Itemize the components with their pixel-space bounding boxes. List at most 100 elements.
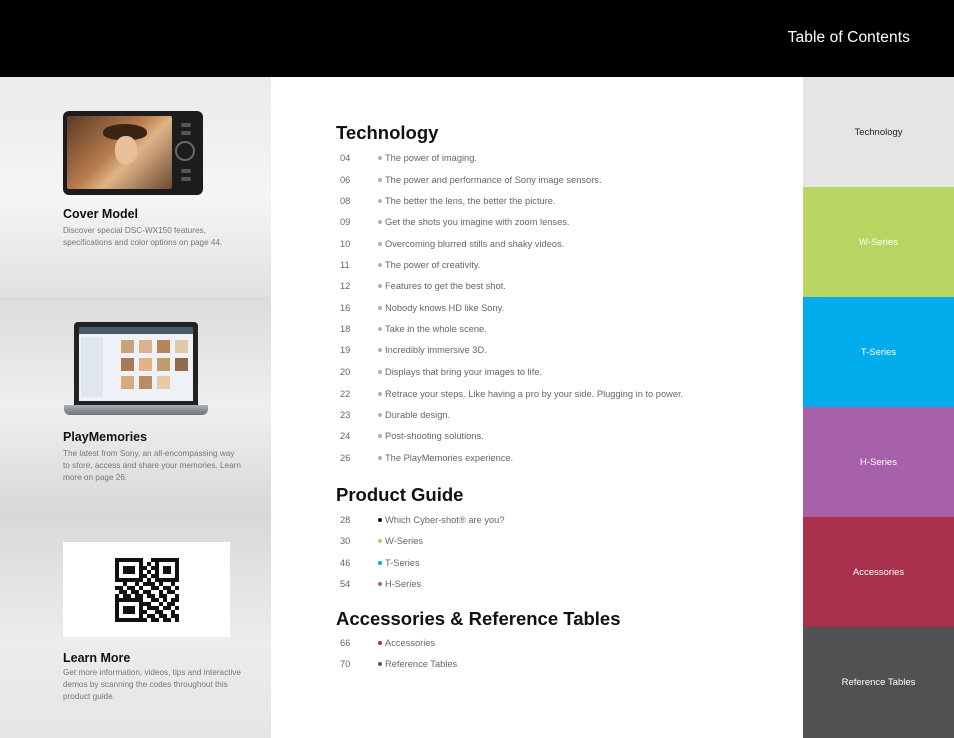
cover-model-desc: Discover special DSC-WX150 features, spe… (63, 226, 223, 247)
bullet-icon (378, 582, 382, 586)
page-number: 54 (340, 579, 351, 589)
entry-text: Take in the whole scene. (385, 324, 487, 334)
entry-text: The better the lens, the better the pict… (385, 196, 556, 206)
page-number: 12 (340, 281, 351, 291)
toc-entry[interactable]: 08 The better the lens, the better the pi… (336, 196, 776, 210)
page-number: 70 (340, 659, 351, 669)
entry-text: Incredibly immersive 3D. (385, 345, 487, 355)
bullet-icon (378, 348, 382, 352)
page-number: 11 (340, 260, 350, 270)
entry-text: Post-shooting solutions. (385, 431, 484, 441)
toc-entry[interactable]: 09 Get the shots you imagine with zoom le… (336, 217, 776, 231)
page-number: 16 (340, 303, 351, 313)
entry-text: Which Cyber-shot® are you? (385, 515, 505, 525)
tab-h-series[interactable]: H-Series (803, 407, 954, 517)
toc-entry[interactable]: 46 T-Series (336, 558, 776, 572)
toc-entry[interactable]: 19 Incredibly immersive 3D. (336, 345, 776, 359)
toc-entry[interactable]: 10 Overcoming blurred stills and shaky vi… (336, 239, 776, 253)
learn-more-panel: Learn More Get more information, videos,… (0, 518, 271, 738)
bullet-icon (378, 434, 382, 438)
toc-entry[interactable]: 30 W-Series (336, 536, 776, 550)
page-number: 66 (340, 638, 351, 648)
qr-code-icon (115, 558, 179, 622)
cover-model-panel: Cover Model Discover special DSC-WX150 f… (0, 77, 271, 297)
playmemories-desc: The latest from Sony, an all-encompassin… (63, 449, 241, 482)
cover-model-title: Cover Model (63, 207, 139, 221)
tab-accessories[interactable]: Accessories (803, 517, 954, 627)
entry-text: H-Series (385, 579, 422, 589)
toc-entry[interactable]: 16 Nobody knows HD like Sony. (336, 303, 776, 317)
entry-text: Reference Tables (385, 659, 458, 669)
toc-entry[interactable]: 04 The power of imaging. (336, 153, 776, 167)
tab-w-series[interactable]: W-Series (803, 187, 954, 297)
bullet-icon (378, 156, 382, 160)
section-title: Product Guide (336, 484, 464, 505)
toc-entry[interactable]: 70 Reference Tables (336, 659, 776, 673)
page-number: 19 (340, 345, 351, 355)
page-number: 09 (340, 217, 351, 227)
header-bar: Table of Contents (0, 0, 954, 77)
toc-entry[interactable]: 66 Accessories (336, 638, 776, 652)
entry-text: Durable design. (385, 410, 451, 420)
bullet-icon (378, 662, 382, 666)
page-title: Table of Contents (787, 29, 910, 46)
tab-t-series[interactable]: T-Series (803, 297, 954, 407)
bullet-icon (378, 306, 382, 310)
page-number: 26 (340, 453, 351, 463)
playmemories-panel: PlayMemories The latest from Sony, an al… (0, 297, 271, 518)
section-title: Technology (336, 122, 439, 143)
toc-entry[interactable]: 11 The power of creativity. (336, 260, 776, 274)
playmemories-title: PlayMemories (63, 430, 148, 444)
toc-entry[interactable]: 28 Which Cyber-shot® are you? (336, 515, 776, 529)
bullet-icon (378, 413, 382, 417)
entry-text: Nobody knows HD like Sony. (385, 303, 505, 313)
toc-entry[interactable]: 22 Retrace your steps. Like having a pro … (336, 389, 776, 403)
page-number: 23 (340, 410, 351, 420)
bullet-icon (378, 242, 382, 246)
bullet-icon (378, 284, 382, 288)
learn-more-title: Learn More (63, 651, 131, 665)
entry-text: T-Series (385, 558, 420, 568)
bullet-icon (378, 327, 382, 331)
entry-text: Accessories (385, 638, 436, 648)
bullet-icon (378, 392, 382, 396)
entry-text: The power of creativity. (385, 260, 481, 270)
page-number: 20 (340, 367, 351, 377)
page-number: 28 (340, 515, 351, 525)
toc-entry[interactable]: 24 Post-shooting solutions. (336, 431, 776, 445)
toc-main: Technology 04 The power of imaging. 06 The p… (271, 77, 803, 738)
toc-entry[interactable]: 26 The PlayMemories experience. (336, 453, 776, 467)
toc-entry[interactable]: 12 Features to get the best shot. (336, 281, 776, 295)
section-tabs: Technology W-Series T-Series H-Series Access… (803, 77, 954, 738)
toc-entry[interactable]: 18 Take in the whole scene. (336, 324, 776, 338)
bullet-icon (378, 456, 382, 460)
entry-text: Get the shots you imagine with zoom lens… (385, 217, 570, 227)
tab-technology[interactable]: Technology (803, 77, 954, 187)
entry-text: W-Series (385, 536, 424, 546)
toc-entry[interactable]: 54 H-Series (336, 579, 776, 593)
page-number: 18 (340, 324, 351, 334)
bullet-icon (378, 178, 382, 182)
entry-text: Overcoming blurred stills and shaky vide… (385, 239, 565, 249)
learn-more-desc: Get more information, videos, tips and i… (63, 668, 241, 701)
bullet-icon (378, 370, 382, 374)
bullet-icon (378, 220, 382, 224)
page-number: 06 (340, 175, 351, 185)
toc-entry[interactable]: 20 Displays that bring your images to lif… (336, 367, 776, 381)
bullet-icon (378, 263, 382, 267)
page-number: 10 (340, 239, 351, 249)
bullet-icon (378, 641, 382, 645)
page-number: 46 (340, 558, 351, 568)
page-number: 08 (340, 196, 351, 206)
entry-text: Features to get the best shot. (385, 281, 506, 291)
page-number: 22 (340, 389, 351, 399)
entry-text: The power of imaging. (385, 153, 477, 163)
bullet-icon (378, 518, 382, 522)
tab-reference-tables[interactable]: Reference Tables (803, 627, 954, 738)
page-number: 30 (340, 536, 351, 546)
toc-entry[interactable]: 06 The power and performance of Sony imag… (336, 175, 776, 189)
entry-text: Retrace your steps. Like having a pro by… (385, 389, 684, 399)
qr-code-box (63, 542, 230, 637)
entry-text: The power and performance of Sony image … (385, 175, 602, 185)
toc-entry[interactable]: 23 Durable design. (336, 410, 776, 424)
